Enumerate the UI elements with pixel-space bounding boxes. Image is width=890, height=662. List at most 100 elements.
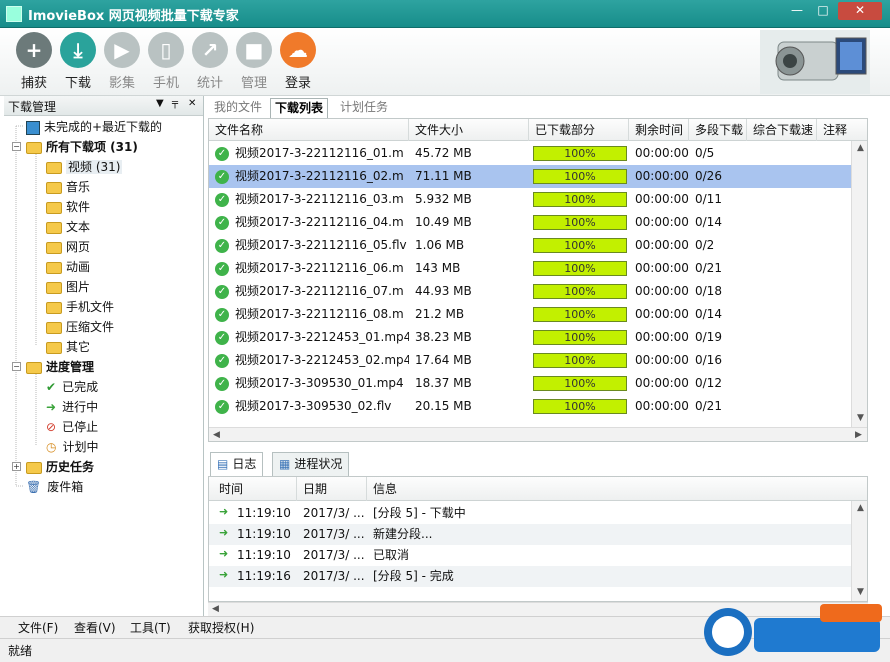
- expand-history[interactable]: +: [12, 462, 21, 471]
- tree-item-scheduled[interactable]: ◷ 计划中: [46, 438, 99, 456]
- remaining-cell: 00:00:00: [635, 376, 689, 390]
- tab-download-list[interactable]: 下载列表: [270, 98, 329, 118]
- download-button[interactable]: ⤓ 下载: [56, 32, 100, 94]
- menu-view[interactable]: 查看(V): [74, 619, 116, 637]
- tree-item-stopped[interactable]: ⊘ 已停止: [46, 418, 98, 436]
- log-row[interactable]: ➜ 11:19:10 2017/3/ ... 新建分段...: [209, 524, 867, 545]
- tree-item-software[interactable]: 软件: [46, 198, 90, 216]
- tree-item-all-downloads[interactable]: 所有下载项 (31): [26, 138, 138, 156]
- tree-item-recent[interactable]: 未完成的+最近下载的: [26, 118, 162, 136]
- remaining-cell: 00:00:00: [635, 146, 689, 160]
- table-row[interactable]: ✓ 视频2017-3-22112116_03.m 5.932 MB 100% 00:00…: [209, 188, 867, 211]
- complete-check-icon: ✓: [215, 169, 229, 184]
- tree-item-images[interactable]: 图片: [46, 278, 90, 296]
- menu-license[interactable]: 获取授权(H): [188, 619, 254, 637]
- log-scrollbar[interactable]: ▲ ▼: [851, 501, 867, 601]
- col-speed[interactable]: 综合下载速: [747, 119, 817, 141]
- col-date[interactable]: 日期: [297, 477, 367, 501]
- tree-item-completed[interactable]: ✔ 已完成: [46, 378, 98, 396]
- segments-cell: 0/21: [695, 261, 722, 275]
- stats-button[interactable]: ↗ 统计: [188, 32, 232, 94]
- table-row[interactable]: ✓ 视频2017-3-22112116_07.m 44.93 MB 100% 00:00…: [209, 280, 867, 303]
- filename-text: 视频2017-3-309530_02.flv: [235, 399, 392, 413]
- col-segments[interactable]: 多段下载: [689, 119, 747, 141]
- table-row[interactable]: ✓ 视频2017-3-2212453_01.mp4 38.23 MB 100% 00:0…: [209, 326, 867, 349]
- tree-item-label: 视频 (31): [66, 160, 123, 174]
- scroll-up-icon[interactable]: ▲: [857, 503, 864, 513]
- table-row[interactable]: ✓ 视频2017-3-22112116_08.m 21.2 MB 100% 00:00:…: [209, 303, 867, 326]
- progress-text: 100%: [564, 331, 596, 344]
- log-row[interactable]: ➜ 11:19:10 2017/3/ ... 已取消: [209, 545, 867, 566]
- table-row[interactable]: ✓ 视频2017-3-2212453_02.mp4 17.64 MB 100% 00:0…: [209, 349, 867, 372]
- log-row[interactable]: ➜ 11:19:16 2017/3/ ... [分段 5] - 完成: [209, 566, 867, 587]
- folder-icon: [46, 181, 62, 194]
- filename-text: 视频2017-3-22112116_01.m: [235, 146, 404, 160]
- collapse-progress[interactable]: −: [12, 362, 21, 371]
- tree-item-animation[interactable]: 动画: [46, 258, 90, 276]
- scroll-left-icon[interactable]: ◀: [213, 430, 220, 440]
- col-progress[interactable]: 已下载部分: [529, 119, 629, 141]
- col-notes[interactable]: 注释: [817, 119, 867, 141]
- manage-button[interactable]: ■ 管理: [232, 32, 276, 94]
- log-info: [分段 5] - 完成: [373, 569, 454, 583]
- table-row[interactable]: ✓ 视频2017-3-309530_01.mp4 18.37 MB 100% 00:00…: [209, 372, 867, 395]
- phone-button[interactable]: ▯ 手机: [144, 32, 188, 94]
- tree-item-music[interactable]: 音乐: [46, 178, 90, 196]
- menu-tools[interactable]: 工具(T): [130, 619, 171, 637]
- filename-cell: ✓ 视频2017-3-22112116_01.m: [215, 142, 409, 165]
- table-row[interactable]: ✓ 视频2017-3-22112116_02.m 71.11 MB 100% 00:00…: [209, 165, 867, 188]
- filename-cell: ✓ 视频2017-3-22112116_02.m: [215, 165, 409, 188]
- disk-icon: [26, 120, 40, 135]
- title-bar: ImovieBox 网页视频批量下载专家 — □ ✕: [0, 0, 890, 28]
- tree-item-phone-files[interactable]: 手机文件: [46, 298, 114, 316]
- login-button[interactable]: ☁ 登录: [276, 32, 320, 94]
- menu-file[interactable]: 文件(F): [18, 619, 58, 637]
- tree-item-in-progress[interactable]: ➜ 进行中: [46, 398, 98, 416]
- horizontal-scrollbar[interactable]: ◀ ▶: [209, 427, 867, 441]
- tree-item-label: 网页: [66, 240, 91, 254]
- progress-text: 100%: [564, 147, 596, 160]
- maximize-button[interactable]: □: [812, 2, 834, 20]
- size-cell: 21.2 MB: [415, 307, 465, 321]
- collapse-all-downloads[interactable]: −: [12, 142, 21, 151]
- table-row[interactable]: ✓ 视频2017-3-22112116_06.m 143 MB 100% 00:00:0…: [209, 257, 867, 280]
- minimize-button[interactable]: —: [786, 2, 808, 20]
- capture-button[interactable]: + 捕获: [12, 32, 56, 94]
- col-remaining[interactable]: 剩余时间: [629, 119, 689, 141]
- tree-item-progress[interactable]: 进度管理: [26, 358, 94, 376]
- col-time[interactable]: 时间: [213, 477, 297, 501]
- col-size[interactable]: 文件大小: [409, 119, 529, 141]
- table-row[interactable]: ✓ 视频2017-3-22112116_04.m 10.49 MB 100% 00:00…: [209, 211, 867, 234]
- scroll-left-icon[interactable]: ◀: [212, 604, 219, 614]
- tree-item-trash[interactable]: 🗑 废件箱: [26, 478, 83, 496]
- table-row[interactable]: ✓ 视频2017-3-22112116_05.flv 1.06 MB 100% 00:0…: [209, 234, 867, 257]
- tree-item-webpage[interactable]: 网页: [46, 238, 90, 256]
- complete-check-icon: ✓: [215, 261, 229, 276]
- tree-item-archives[interactable]: 压缩文件: [46, 318, 114, 336]
- tree-item-video[interactable]: 视频 (31): [46, 158, 123, 176]
- col-info[interactable]: 信息: [367, 477, 847, 501]
- scroll-down-icon[interactable]: ▼: [857, 413, 864, 423]
- table-row[interactable]: ✓ 视频2017-3-22112116_01.m 45.72 MB 100% 00:00…: [209, 142, 867, 165]
- tree-item-other[interactable]: 其它: [46, 338, 90, 356]
- log-row[interactable]: ➜ 11:19:10 2017/3/ ... [分段 5] - 下载中: [209, 503, 867, 524]
- scroll-up-icon[interactable]: ▲: [857, 143, 864, 153]
- tab-process-status[interactable]: ▦ 进程状况: [272, 452, 350, 476]
- tab-my-files[interactable]: 我的文件: [210, 98, 266, 118]
- col-filename[interactable]: 文件名称: [209, 119, 409, 141]
- tab-log[interactable]: ▤ 日志: [210, 452, 264, 476]
- progress-bar: 100%: [533, 169, 627, 184]
- close-button[interactable]: ✕: [838, 2, 882, 20]
- album-button[interactable]: ▶ 影集: [100, 32, 144, 94]
- vertical-scrollbar[interactable]: ▲ ▼: [851, 141, 867, 427]
- progress-bar: 100%: [533, 284, 627, 299]
- tree-item-history[interactable]: 历史任务: [26, 458, 94, 476]
- log-date: 2017/3/ ...: [303, 527, 365, 541]
- folder-icon: [46, 161, 62, 174]
- tree-item-text[interactable]: 文本: [46, 218, 90, 236]
- table-row[interactable]: ✓ 视频2017-3-309530_02.flv 20.15 MB 100% 00:00…: [209, 395, 867, 418]
- scroll-right-icon[interactable]: ▶: [855, 430, 862, 440]
- remaining-cell: 00:00:00: [635, 330, 689, 344]
- tab-scheduled-tasks[interactable]: 计划任务: [336, 98, 392, 118]
- tree-item-label: 历史任务: [46, 460, 95, 474]
